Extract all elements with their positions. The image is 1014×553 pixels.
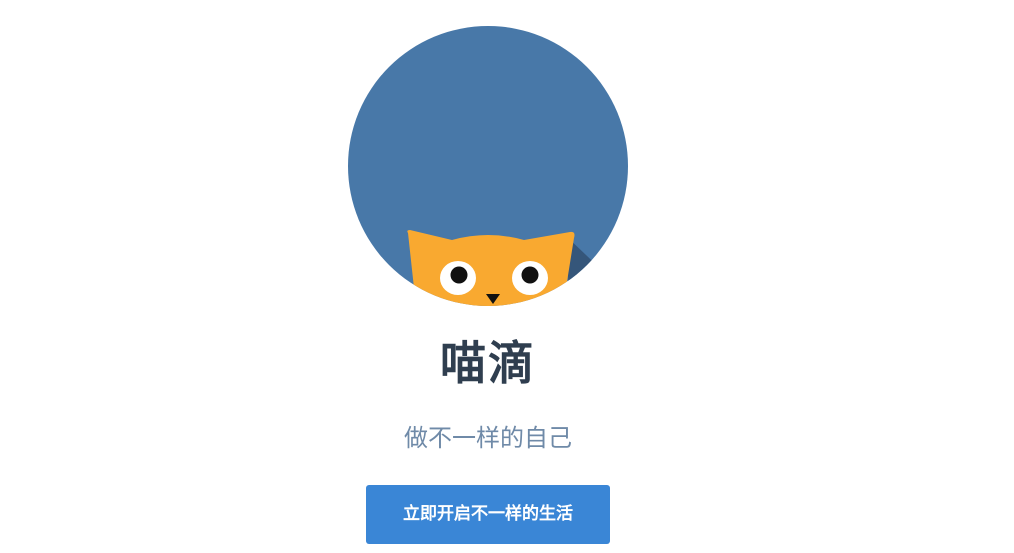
app-title: 喵滴: [440, 336, 536, 390]
app-tagline: 做不一样的自己: [404, 424, 572, 452]
cat-logo-icon: [348, 26, 628, 306]
landing-page: 喵滴 做不一样的自己 立即开启不一样的生活: [0, 0, 1014, 553]
start-new-life-button[interactable]: 立即开启不一样的生活: [366, 485, 610, 544]
